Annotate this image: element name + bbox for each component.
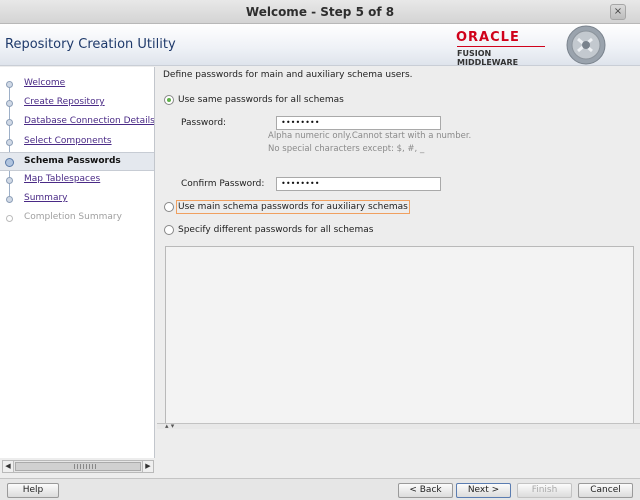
nav-item-welcome[interactable]: Welcome (0, 75, 154, 94)
radio-unselected-icon[interactable] (164, 202, 174, 212)
password-label: Password: (181, 118, 227, 128)
back-button[interactable]: < Back (398, 483, 453, 498)
app-title: Repository Creation Utility (5, 37, 176, 52)
nav-item-label: Summary (24, 193, 68, 204)
password-hint-line1: Alpha numeric only.Cannot start with a n… (268, 131, 472, 141)
log-pane (157, 429, 640, 478)
step-navigator: Welcome Create Repository Database Conne… (0, 67, 155, 458)
step-done-icon (6, 138, 13, 146)
oracle-brand: ORACLE (456, 30, 520, 45)
sidebar-horizontal-scrollbar[interactable]: ◀ ▶ (2, 460, 154, 473)
option-main-for-auxiliary[interactable]: Use main schema passwords for auxiliary … (164, 200, 410, 214)
wizard-footer: Help < Back Next > Finish Cancel (0, 478, 640, 500)
step-current-icon (5, 157, 14, 167)
nav-item-database-connection[interactable]: Database Connection Details (0, 113, 155, 132)
scroll-right-icon[interactable]: ▶ (142, 461, 153, 472)
nav-item-completion-summary: Completion Summary (0, 209, 154, 228)
nav-item-select-components[interactable]: Select Components (0, 133, 154, 152)
password-field[interactable]: •••••••• (276, 116, 441, 130)
option-same-passwords[interactable]: Use same passwords for all schemas (164, 95, 344, 105)
oracle-sub: FUSION MIDDLEWARE (457, 49, 519, 67)
cancel-button[interactable]: Cancel (578, 483, 633, 498)
logo-rule (457, 46, 545, 47)
option-label: Use main schema passwords for auxiliary … (176, 200, 410, 214)
nav-item-summary[interactable]: Summary (0, 190, 154, 209)
finish-button[interactable]: Finish (517, 483, 572, 498)
option-label: Specify different passwords for all sche… (178, 225, 374, 235)
nav-item-label: Map Tablespaces (24, 173, 101, 184)
step-done-icon (6, 81, 13, 88)
help-button[interactable]: Help (7, 483, 59, 498)
nav-item-label: Create Repository (24, 97, 105, 108)
nav-item-label: Completion Summary (24, 212, 122, 223)
window-title: Welcome - Step 5 of 8 (245, 4, 395, 19)
nav-item-label: Schema Passwords (24, 155, 121, 166)
radio-unselected-icon[interactable] (164, 225, 174, 235)
oracle-logo: ORACLE FUSION MIDDLEWARE (439, 29, 552, 67)
scroll-left-icon[interactable]: ◀ (3, 461, 14, 472)
scrollbar-thumb[interactable] (15, 462, 141, 471)
step-pending-icon (6, 196, 13, 204)
gear-icon (566, 25, 606, 65)
step-done-icon (6, 119, 13, 127)
nav-item-label: Welcome (24, 78, 66, 88)
panel-description: Define passwords for main and auxiliary … (163, 70, 413, 80)
nav-item-label: Database Connection Details (24, 116, 155, 127)
nav-item-schema-passwords[interactable]: Schema Passwords (0, 151, 154, 171)
close-icon[interactable]: × (610, 4, 626, 20)
step-done-icon (6, 100, 13, 108)
option-different-passwords[interactable]: Specify different passwords for all sche… (164, 225, 373, 235)
message-area (165, 246, 634, 424)
confirm-password-field[interactable]: •••••••• (276, 177, 441, 191)
window-titlebar: Welcome - Step 5 of 8 × (0, 0, 640, 24)
nav-item-label: Select Components (24, 135, 112, 146)
option-label: Use same passwords for all schemas (178, 95, 344, 105)
header-banner: Repository Creation Utility ORACLE FUSIO… (0, 24, 640, 67)
nav-item-create-repository[interactable]: Create Repository (0, 94, 154, 113)
nav-item-map-tablespaces[interactable]: Map Tablespaces (0, 171, 154, 190)
next-button[interactable]: Next > (456, 483, 511, 498)
radio-selected-icon[interactable] (164, 95, 174, 105)
step-pending-icon (6, 176, 13, 184)
password-hint-line2: No special characters except: $, #, _ (268, 144, 425, 154)
scrollbar-grip (74, 464, 96, 469)
confirm-password-label: Confirm Password: (181, 179, 265, 189)
step-disabled-icon (6, 215, 13, 223)
